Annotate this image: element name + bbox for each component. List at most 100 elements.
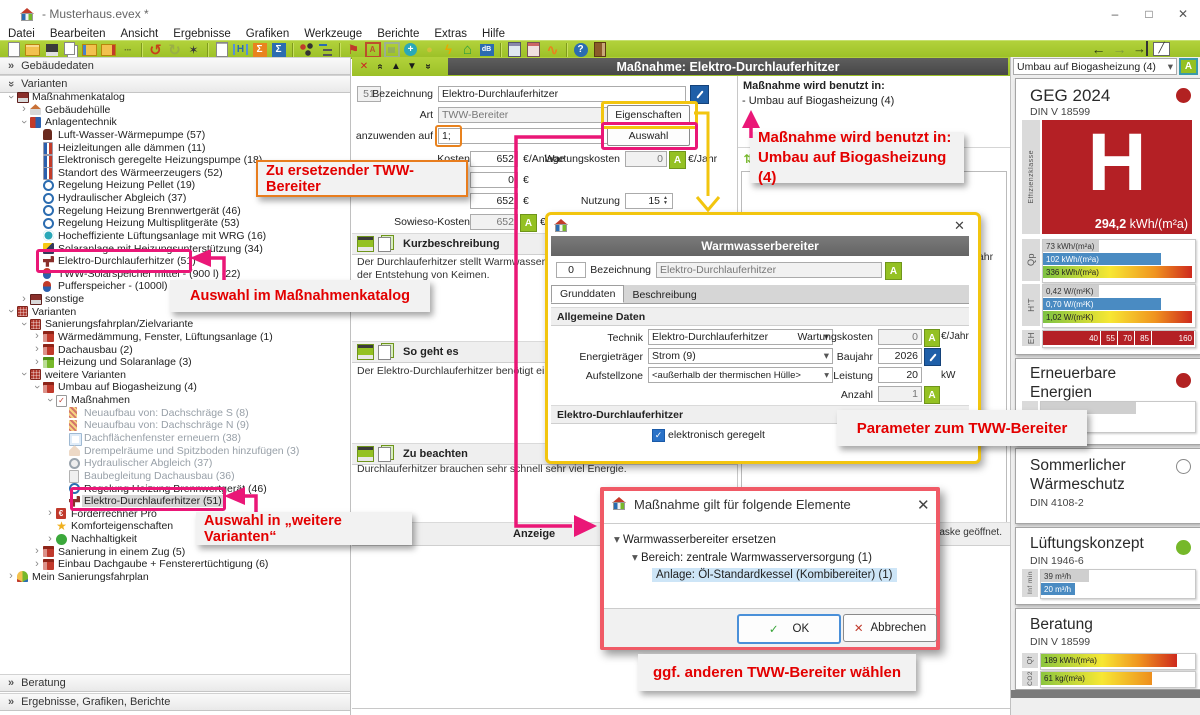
menu-berichte[interactable]: Berichte xyxy=(377,28,419,40)
dialog-close-icon[interactable]: ✕ xyxy=(917,496,930,514)
minimize-button[interactable]: – xyxy=(1098,0,1132,27)
redo-icon[interactable] xyxy=(166,42,183,58)
chevron-collapsed-icon[interactable]: › xyxy=(32,356,42,368)
copy-icon[interactable] xyxy=(378,237,391,252)
menu-werkzeuge[interactable]: Werkzeuge xyxy=(304,28,362,40)
auto-badge[interactable]: A xyxy=(885,262,902,280)
tree-item[interactable]: Hydraulischer Abgleich (37) xyxy=(0,457,348,470)
chart-window-icon[interactable] xyxy=(1153,41,1170,57)
chevron-collapsed-icon[interactable]: › xyxy=(6,570,16,582)
chevron-expanded-icon[interactable]: › xyxy=(31,382,43,392)
tree-item[interactable]: Luft-Wasser-Wärmepumpe (57) xyxy=(0,128,348,141)
tab-grunddaten[interactable]: Grunddaten xyxy=(551,285,624,303)
move-bottom-icon[interactable]: « xyxy=(423,59,434,75)
forward-icon[interactable] xyxy=(1111,41,1128,57)
chevron-collapsed-icon[interactable]: › xyxy=(45,533,55,545)
export-folder-icon[interactable] xyxy=(100,42,117,58)
leistung-input[interactable]: 20 xyxy=(878,367,922,383)
tree-item[interactable]: Drempelräume und Spitzboden hinzufügen (… xyxy=(0,444,348,457)
curve-icon[interactable] xyxy=(544,42,561,58)
b-box-icon[interactable] xyxy=(383,42,400,58)
ellipsis-icon[interactable] xyxy=(119,42,136,58)
database-icon[interactable] xyxy=(478,42,495,58)
org-list-icon[interactable] xyxy=(317,42,334,58)
flag-icon[interactable] xyxy=(345,42,362,58)
help-icon[interactable] xyxy=(572,42,589,58)
menu-hilfe[interactable]: Hilfe xyxy=(482,28,505,40)
gesamtkosten-input[interactable]: 652 xyxy=(470,193,518,209)
dialog-tree-item[interactable]: ▾ Warmwasserbereiter ersetzen xyxy=(614,532,776,546)
magic-wand-icon[interactable] xyxy=(185,42,202,58)
menu-datei[interactable]: Datei xyxy=(8,28,35,40)
tree-item[interactable]: ›Sanierungsfahrplan/Zielvariante xyxy=(0,318,348,331)
variant-dropdown[interactable]: Umbau auf Biogasheizung (4) ▾ xyxy=(1013,58,1177,75)
tab-beschreibung[interactable]: Beschreibung xyxy=(624,287,704,303)
save-icon[interactable] xyxy=(43,42,60,58)
auto-badge[interactable]: A xyxy=(924,386,940,404)
menu-bearbeiten[interactable]: Bearbeiten xyxy=(50,28,106,40)
tree-item[interactable]: ›Gebäudehülle xyxy=(0,103,348,116)
tree-item[interactable]: Dachflächenfenster erneuern (38) xyxy=(0,432,348,445)
lightning-icon[interactable] xyxy=(440,42,457,58)
tree-item[interactable]: Neuaufbau von: Dachschräge N (9) xyxy=(0,419,348,432)
chevron-expanded-icon[interactable]: › xyxy=(5,92,17,102)
calculator-blue-icon[interactable] xyxy=(506,42,523,58)
chevron-expanded-icon[interactable]: › xyxy=(44,395,56,405)
merge-icon[interactable] xyxy=(232,42,249,58)
move-up-icon[interactable]: ▲ xyxy=(388,61,404,72)
panel-header-beratung[interactable]: »Beratung xyxy=(0,674,350,692)
cancel-button[interactable]: ✕Abbrechen xyxy=(843,614,937,642)
dialog-tree-item[interactable]: ▾ Bereich: zentrale Warmwasserversorgung… xyxy=(632,550,872,564)
sun-dot-icon[interactable] xyxy=(421,42,438,58)
copy-icon[interactable] xyxy=(378,447,391,462)
a-box-icon[interactable] xyxy=(364,42,381,58)
chevron-collapsed-icon[interactable]: › xyxy=(32,343,42,355)
geg-card[interactable]: GEG 2024 DIN V 18599 Effizienzklasse H 2… xyxy=(1015,78,1200,355)
panel-header-ergebnisse[interactable]: »Ergebnisse, Grafiken, Berichte xyxy=(0,693,350,711)
sommer-card[interactable]: Sommerlicher Wärmeschutz DIN 4108-2 xyxy=(1015,448,1200,524)
chevron-collapsed-icon[interactable]: › xyxy=(19,293,29,305)
baujahr-input[interactable]: 2026 xyxy=(878,348,922,364)
menu-ansicht[interactable]: Ansicht xyxy=(120,28,158,40)
save-icon[interactable] xyxy=(357,236,374,252)
tree-item[interactable]: Neuaufbau von: Dachschräge S (8) xyxy=(0,406,348,419)
chevron-expanded-icon[interactable]: › xyxy=(18,319,30,329)
forward-end-icon[interactable] xyxy=(1132,41,1149,57)
chevron-collapsed-icon[interactable]: › xyxy=(45,507,55,519)
sum-blue-icon[interactable] xyxy=(270,42,287,58)
tree-item[interactable]: ›Dachausbau (2) xyxy=(0,343,348,356)
auto-badge[interactable]: A xyxy=(669,151,686,169)
copy-icon[interactable] xyxy=(378,345,391,360)
close-button[interactable]: ✕ xyxy=(1166,0,1200,27)
tree-item[interactable]: Regelung Heizung Brennwertgerät (46) xyxy=(0,204,348,217)
tree-item[interactable]: ›weitere Varianten xyxy=(0,368,348,381)
tree-item[interactable]: ›Mein Sanierungsfahrplan xyxy=(0,570,348,583)
bezeichnung-input[interactable]: Elektro-Durchlauferhitzer xyxy=(438,86,686,102)
exit-icon[interactable] xyxy=(591,42,608,58)
tree-item[interactable]: ›Heizung und Solaranlage (3) xyxy=(0,356,348,369)
elektronisch-geregelt-checkbox[interactable]: ✓ xyxy=(652,429,665,442)
chevron-collapsed-icon[interactable]: › xyxy=(19,103,29,115)
tree-item[interactable]: ›✓Maßnahmen xyxy=(0,394,348,407)
import-folder-icon[interactable] xyxy=(81,42,98,58)
tree-item[interactable]: ›Umbau auf Biogasheizung (4) xyxy=(0,381,348,394)
nutzung-spinner[interactable]: ▲▼ xyxy=(663,196,668,206)
copy-icon[interactable] xyxy=(62,42,79,58)
chevron-expanded-icon[interactable]: › xyxy=(5,306,17,316)
foerderung-input[interactable]: 0 xyxy=(470,172,518,188)
chevron-collapsed-icon[interactable]: › xyxy=(32,330,42,342)
tree-item[interactable]: Regelung Heizung Multisplitgeräte (53) xyxy=(0,217,348,230)
lueftung-card[interactable]: Lüftungskonzept DIN 1946-6 Inf min 39 m³… xyxy=(1015,527,1200,605)
chevron-collapsed-icon[interactable]: › xyxy=(32,558,42,570)
tree-item[interactable]: ›Sanierung in einem Zug (5) xyxy=(0,545,348,558)
auto-badge[interactable]: A xyxy=(924,329,940,347)
maximize-button[interactable]: □ xyxy=(1132,0,1166,27)
tree-item[interactable]: Hocheffiziente Lüftungsanlage mit WRG (1… xyxy=(0,229,348,242)
chevron-expanded-icon[interactable]: › xyxy=(18,369,30,379)
tree-item[interactable]: ›Anlagentechnik xyxy=(0,116,348,129)
report-icon[interactable] xyxy=(213,42,230,58)
save-icon[interactable] xyxy=(357,446,374,462)
beratung-card[interactable]: Beratung DIN V 18599 Qf 189 kWh/(m²a) CO… xyxy=(1015,608,1200,690)
tree-item[interactable]: Baubegleitung Dachausbau (36) xyxy=(0,469,348,482)
kosten-input[interactable]: 652 xyxy=(470,151,518,167)
